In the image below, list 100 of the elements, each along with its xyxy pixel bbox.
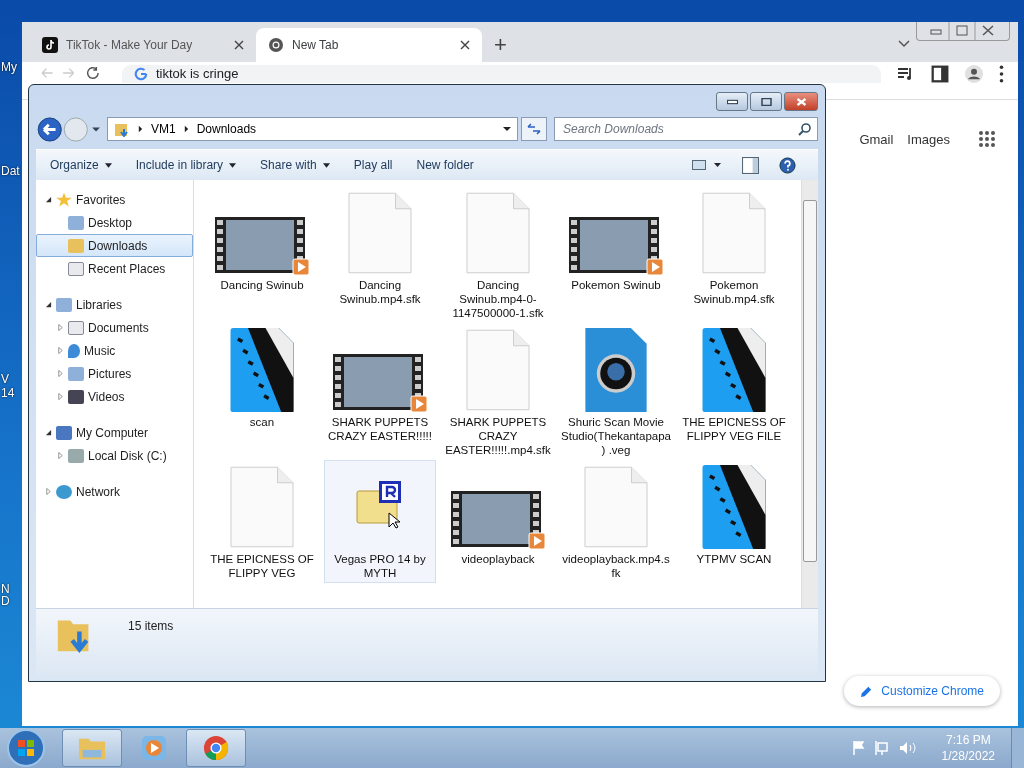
blank-file-icon xyxy=(466,191,530,275)
play-icon xyxy=(140,735,168,761)
blank-file-icon xyxy=(230,465,294,549)
file-item[interactable]: videoplayback.mp4.sfk xyxy=(560,460,672,583)
desktop-icon-label[interactable]: 14 xyxy=(1,386,15,400)
browser-logo-icon xyxy=(202,735,230,761)
nav-item[interactable]: Desktop xyxy=(36,211,193,234)
preview-pane-icon[interactable] xyxy=(742,156,759,174)
nav-item[interactable]: Favorites xyxy=(36,188,193,211)
window-controls[interactable] xyxy=(916,22,1010,41)
toolbar-button[interactable]: Include in library xyxy=(127,155,245,175)
address-bar[interactable]: tiktok is cringe xyxy=(122,65,881,83)
file-item[interactable]: Dancing Swinub.mp4.sfk xyxy=(324,186,436,323)
folder-icon xyxy=(114,121,130,137)
file-name: videoplayback.mp4.sfk xyxy=(561,552,671,580)
desktop-icon-label[interactable]: D xyxy=(1,594,10,608)
camera-lens-document-icon xyxy=(584,328,648,412)
nav-item[interactable]: Music xyxy=(36,339,193,362)
file-item[interactable]: THE EPICNESS OF FLIPPY VEG FILE xyxy=(678,323,790,460)
refresh-button[interactable] xyxy=(521,117,547,141)
file-item[interactable]: Pokemon Swinub xyxy=(560,186,672,323)
header-link[interactable]: Gmail xyxy=(859,131,894,147)
browser-tab[interactable]: TikTok - Make Your Day xyxy=(30,28,256,62)
taskbar-button[interactable] xyxy=(186,729,246,767)
nav-item[interactable]: Pictures xyxy=(36,362,193,385)
file-name: Shuric Scan Movie Studio(Thekantapapa) .veg xyxy=(561,415,671,457)
file-item[interactable]: Dancing Swinub xyxy=(206,186,318,323)
new-tab-button[interactable]: + xyxy=(482,28,519,62)
nav-item[interactable]: Local Disk (C:) xyxy=(36,444,193,467)
side-panel-icon[interactable] xyxy=(931,65,949,83)
file-item[interactable]: Vegas PRO 14 by MYTH xyxy=(324,460,436,583)
expanded-arrow-icon[interactable] xyxy=(45,196,52,203)
profile-icon[interactable] xyxy=(965,65,983,83)
file-item[interactable]: SHARK PUPPETS CRAZY EASTER!!!!!.mp4.sfk xyxy=(442,323,554,460)
dropdown-caret-icon[interactable] xyxy=(503,126,511,132)
toolbar-button[interactable]: New folder xyxy=(408,155,482,175)
video-thumbnail-icon xyxy=(569,217,663,275)
pencil-icon xyxy=(860,684,874,698)
file-name: Dancing Swinub xyxy=(219,278,305,293)
address-bar[interactable]: VM1 Downloads xyxy=(107,117,518,141)
header-link[interactable]: Images xyxy=(907,131,950,147)
taskbar-button[interactable] xyxy=(62,729,122,767)
breadcrumb-item[interactable]: Downloads xyxy=(196,122,257,136)
nav-item[interactable]: My Computer xyxy=(36,421,193,444)
nav-item[interactable]: Documents xyxy=(36,316,193,339)
nav-item[interactable]: Videos xyxy=(36,385,193,408)
file-item[interactable]: Dancing Swinub.mp4-0-1147500000-1.sfk xyxy=(442,186,554,323)
caret-icon[interactable] xyxy=(183,125,189,133)
search-engine-logo-icon xyxy=(134,67,148,81)
video-thumbnail-icon xyxy=(451,491,545,549)
browser-tab[interactable]: New Tab xyxy=(256,28,482,62)
minimize-icon xyxy=(726,97,738,106)
downloads-icon xyxy=(68,238,84,253)
breadcrumb-item[interactable]: VM1 xyxy=(151,122,176,136)
desktop-icon-label[interactable]: My xyxy=(1,60,17,74)
apps-grid-icon[interactable] xyxy=(978,130,996,148)
file-name: THE EPICNESS OF FLIPPY VEG xyxy=(209,552,315,580)
file-name: scan xyxy=(248,415,276,430)
film-document-icon xyxy=(702,328,766,412)
film-document-icon xyxy=(230,328,294,412)
blank-file-icon xyxy=(584,465,648,549)
close-icon[interactable] xyxy=(460,40,470,50)
close-button[interactable] xyxy=(784,92,818,111)
customize-chrome-button[interactable]: Customize Chrome xyxy=(844,676,1000,706)
file-name: THE EPICNESS OF FLIPPY VEG FILE xyxy=(681,415,787,443)
nav-item[interactable]: Libraries xyxy=(36,293,193,316)
nav-item[interactable]: Network xyxy=(36,480,193,503)
file-name: Pokemon Swinub.mp4.sfk xyxy=(692,278,776,306)
minimize-button[interactable] xyxy=(716,92,748,111)
maximize-button[interactable] xyxy=(750,92,782,111)
desktop-icon-label[interactable]: V xyxy=(1,372,9,386)
nav-item[interactable]: Recent Places xyxy=(36,257,193,280)
caret-icon[interactable] xyxy=(138,125,143,133)
caret-icon xyxy=(229,162,237,168)
help-icon[interactable] xyxy=(779,156,796,174)
desktop-icon-label[interactable]: Dat xyxy=(1,164,20,178)
file-item[interactable]: Shuric Scan Movie Studio(Thekantapapa) .veg xyxy=(560,323,672,460)
start-button[interactable] xyxy=(6,728,46,768)
file-item[interactable]: THE EPICNESS OF FLIPPY VEG xyxy=(206,460,318,583)
search-icon xyxy=(798,122,812,136)
chevron-down-icon[interactable] xyxy=(898,40,910,48)
close-icon[interactable] xyxy=(234,40,244,50)
search-field[interactable]: Search Downloads xyxy=(554,117,818,141)
file-item[interactable]: YTPMV SCAN xyxy=(678,460,790,583)
file-item[interactable]: scan xyxy=(206,323,318,460)
view-options-icon[interactable] xyxy=(692,159,722,171)
toolbar-button[interactable]: Play all xyxy=(345,155,401,175)
file-name: Pokemon Swinub xyxy=(570,278,662,293)
toolbar-button[interactable]: Share with xyxy=(252,155,338,175)
expanded-arrow-icon[interactable] xyxy=(45,301,52,308)
blank-file-icon xyxy=(702,191,766,275)
expanded-arrow-icon[interactable] xyxy=(45,429,52,436)
file-item[interactable]: videoplayback xyxy=(442,460,554,583)
nav-item[interactable]: Downloads xyxy=(36,234,193,257)
desktop-icon-label[interactable]: N xyxy=(1,582,10,596)
toolbar-button[interactable]: Organize xyxy=(42,155,120,175)
file-item[interactable]: Pokemon Swinub.mp4.sfk xyxy=(678,186,790,323)
file-item[interactable]: SHARK PUPPETS CRAZY EASTER!!!!! xyxy=(324,323,436,460)
menu-icon[interactable] xyxy=(999,65,1004,83)
scrollbar[interactable] xyxy=(801,180,818,608)
